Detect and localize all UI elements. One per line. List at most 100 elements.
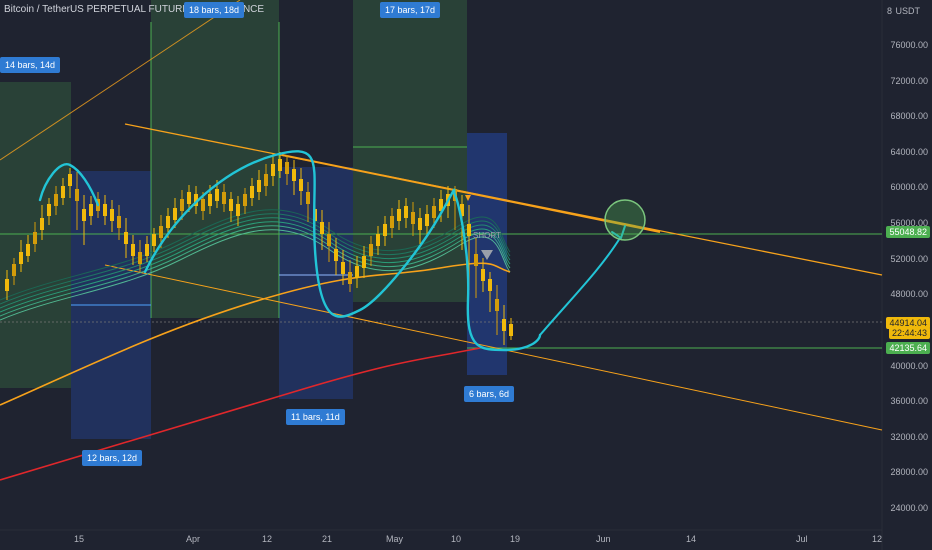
candle-body bbox=[376, 234, 380, 246]
candle-body bbox=[89, 204, 93, 216]
candle-body bbox=[47, 204, 51, 216]
chart-window[interactable]: Bitcoin / TetherUS PERPETUAL FUTURES, 1D… bbox=[0, 0, 932, 550]
candle-body bbox=[355, 266, 359, 278]
candle-body bbox=[187, 192, 191, 204]
candle-body bbox=[509, 324, 513, 336]
candle-body bbox=[264, 174, 268, 186]
candle-body bbox=[404, 206, 408, 218]
date-range-zone bbox=[279, 167, 353, 399]
range-label-1[interactable]: 14 bars, 14d bbox=[0, 57, 61, 73]
price-tick-label: 24000.00 bbox=[890, 503, 928, 513]
candle-body bbox=[61, 186, 65, 198]
price-tick-label: 64000.00 bbox=[890, 146, 928, 157]
price-tick-label: 72000.00 bbox=[890, 75, 928, 86]
candle-body bbox=[278, 159, 282, 171]
time-tick-label: 19 bbox=[510, 534, 521, 544]
candle-body bbox=[320, 222, 324, 234]
time-tick-label: 12 bbox=[262, 534, 273, 544]
candle-body bbox=[306, 192, 310, 204]
price-badge: 55048.82 bbox=[886, 226, 930, 238]
price-chart[interactable] bbox=[0, 0, 932, 550]
price-tick-label: 40000.00 bbox=[890, 360, 928, 371]
candle-body bbox=[145, 244, 149, 256]
candle-body bbox=[54, 194, 58, 206]
candle-body bbox=[138, 252, 142, 264]
time-tick-label: Jun bbox=[596, 534, 611, 544]
candle-body bbox=[383, 224, 387, 236]
price-tick-label: 28000.00 bbox=[890, 467, 928, 478]
candle-body bbox=[327, 234, 331, 246]
time-tick-label: 21 bbox=[322, 534, 333, 544]
candle-body bbox=[495, 299, 499, 311]
price-tick-label: 52000.00 bbox=[890, 253, 928, 264]
time-tick-label: 10 bbox=[451, 534, 462, 544]
candle-body bbox=[243, 194, 247, 206]
candle-body bbox=[292, 169, 296, 181]
candle-body bbox=[362, 256, 366, 268]
range-label-5[interactable]: 17 bars, 17d bbox=[380, 2, 441, 18]
candle-body bbox=[5, 279, 9, 291]
candle-body bbox=[481, 269, 485, 281]
candle-body bbox=[341, 262, 345, 274]
range-label-4[interactable]: 11 bars, 11d bbox=[286, 409, 345, 425]
candle-body bbox=[166, 216, 170, 228]
candle-body bbox=[12, 264, 16, 276]
candle-body bbox=[369, 244, 373, 256]
time-tick-label: May bbox=[386, 534, 404, 544]
candle-body bbox=[236, 204, 240, 216]
range-label-2[interactable]: 12 bars, 12d bbox=[82, 450, 143, 466]
time-tick-label: 15 bbox=[74, 534, 85, 544]
candle-body bbox=[159, 226, 163, 238]
candle-body bbox=[215, 189, 219, 201]
candle-body bbox=[117, 216, 121, 228]
price-badge: 42135.64 bbox=[886, 342, 930, 354]
candle-body bbox=[208, 194, 212, 206]
price-badge: 22:44:43 bbox=[888, 327, 930, 339]
short-label: SHORT bbox=[473, 231, 501, 240]
candle-body bbox=[180, 199, 184, 211]
candle-body bbox=[26, 244, 30, 256]
candle-body bbox=[348, 272, 352, 284]
time-tick-label: Jul bbox=[796, 534, 808, 544]
range-label-6[interactable]: 6 bars, 6d bbox=[464, 386, 515, 402]
currency-label: USDT bbox=[895, 6, 921, 16]
candle-body bbox=[271, 164, 275, 176]
candle-body bbox=[474, 254, 478, 266]
candle-body bbox=[131, 244, 135, 256]
candle-body bbox=[488, 279, 492, 291]
candle-body bbox=[40, 218, 44, 230]
candle-body bbox=[173, 208, 177, 220]
candle-body bbox=[75, 189, 79, 201]
target-circle bbox=[604, 199, 646, 241]
price-tick-label: 68000.00 bbox=[890, 111, 928, 122]
candle-body bbox=[502, 319, 506, 331]
candle-body bbox=[222, 192, 226, 204]
candle-body bbox=[257, 180, 261, 192]
candle-body bbox=[334, 249, 338, 261]
price-tick-label: 48000.00 bbox=[890, 289, 928, 300]
candle-body bbox=[152, 234, 156, 246]
candle-body bbox=[397, 209, 401, 221]
candle-body bbox=[110, 209, 114, 221]
candle-body bbox=[250, 186, 254, 198]
candle-body bbox=[82, 209, 86, 221]
candle-body bbox=[411, 212, 415, 224]
candle-body bbox=[33, 232, 37, 244]
candle-body bbox=[124, 232, 128, 244]
time-tick-label: 14 bbox=[686, 534, 697, 544]
candle-body bbox=[418, 218, 422, 230]
time-tick-label: 12 bbox=[872, 534, 883, 544]
candle-body bbox=[299, 179, 303, 191]
candle-body bbox=[432, 206, 436, 218]
candle-body bbox=[229, 199, 233, 211]
time-tick-label: Apr bbox=[186, 534, 201, 544]
candle-body bbox=[201, 199, 205, 211]
candle-body bbox=[68, 174, 72, 186]
price-tick-label: 60000.00 bbox=[890, 182, 928, 193]
range-label-3[interactable]: 18 bars, 18d bbox=[184, 2, 245, 18]
candle-body bbox=[425, 214, 429, 226]
candle-body bbox=[467, 224, 471, 236]
price-tick-label: 32000.00 bbox=[890, 431, 928, 442]
candle-body bbox=[19, 252, 23, 264]
candle-body bbox=[285, 162, 289, 174]
